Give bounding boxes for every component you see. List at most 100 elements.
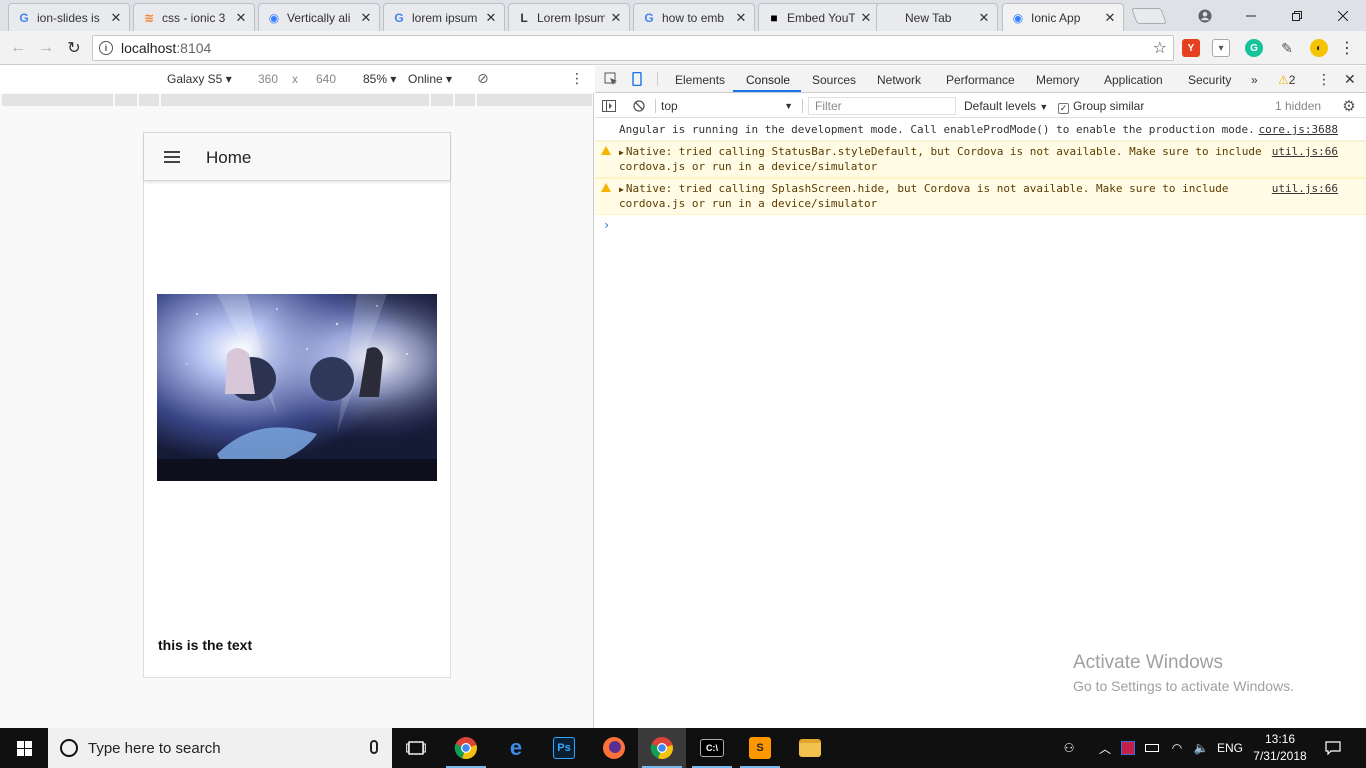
menu-kebab-icon[interactable]: ⋮ [1336,37,1358,59]
back-arrow-icon[interactable]: ← [7,37,29,59]
source-link[interactable]: util.js:66 [1272,145,1338,159]
app-tray-icon[interactable] [1118,728,1138,768]
new-tab-button[interactable] [1131,8,1167,24]
console-prompt[interactable]: › [595,215,1366,232]
reload-icon[interactable]: ↻ [63,37,85,59]
moon-extension-icon[interactable]: ◐ [1310,39,1328,57]
show-hidden-icons-chevron[interactable]: ︿ [1096,728,1114,768]
device-toggle-icon[interactable] [629,71,645,87]
profile-icon[interactable] [1182,0,1228,31]
zoom-select[interactable]: 85% ▾ [363,72,396,86]
devtools-panel: Elements Console Sources Network Performance… [595,66,1366,728]
devtools-tab-memory[interactable]: Memory [1036,73,1079,87]
file-explorer-taskbar-icon[interactable] [786,728,834,768]
close-window-button[interactable] [1320,0,1366,31]
close-devtools-icon[interactable]: ✕ [1344,71,1356,88]
windows-logo-icon [16,740,32,756]
terminal-taskbar-icon[interactable]: C:\ [688,728,736,768]
start-button[interactable] [0,728,48,768]
chrome-taskbar-icon[interactable] [442,728,490,768]
wifi-icon[interactable]: ◠ [1166,728,1188,768]
close-tab-icon[interactable]: ✕ [609,10,623,26]
close-tab-icon[interactable]: ✕ [734,10,748,26]
settings-gear-icon[interactable]: ⚙ [1341,98,1357,115]
minimize-button[interactable] [1228,0,1274,31]
rotate-icon[interactable]: ⊘ [477,70,489,87]
firefox-taskbar-icon[interactable] [590,728,638,768]
language-indicator[interactable]: ENG [1214,728,1246,768]
source-link[interactable]: util.js:66 [1272,182,1338,196]
device-menu-icon[interactable]: ⋮ [570,70,584,87]
devtools-tab-network[interactable]: Network [877,73,921,87]
devtools-tab-security[interactable]: Security [1188,73,1231,87]
hidden-count: 1 hidden [1275,99,1322,113]
warning-counter[interactable]: ⚠2 [1278,73,1295,87]
browser-tab[interactable]: Ghow to emb ✕ [633,3,755,31]
devtools-menu-icon[interactable]: ⋮ [1317,71,1331,88]
close-tab-icon[interactable]: ✕ [977,10,991,26]
volume-icon[interactable]: 🔈 [1190,728,1212,768]
eyedropper-icon[interactable]: ✎ [1278,39,1296,57]
devtools-tab-console[interactable]: Console [746,73,790,87]
address-bar[interactable]: i localhost:8104 ☆ [92,35,1174,61]
devtools-tab-elements[interactable]: Elements [675,73,725,87]
close-tab-icon[interactable]: ✕ [234,10,248,26]
taskbar-search[interactable]: Type here to search [48,728,392,768]
close-tab-icon[interactable]: ✕ [484,10,498,26]
console-filter-input[interactable]: Filter [808,97,956,115]
close-tab-icon[interactable]: ✕ [359,10,373,26]
devtools-tab-performance[interactable]: Performance [946,73,1015,87]
info-icon[interactable]: i [99,41,113,55]
expand-triangle-icon[interactable]: ▶ [619,185,624,194]
extension-icon[interactable]: Y [1182,39,1200,57]
browser-tab[interactable]: ◉ Vertically ali ✕ [258,3,380,31]
sublime-taskbar-icon[interactable]: S [736,728,784,768]
microphone-icon[interactable] [370,740,378,754]
close-tab-icon[interactable]: ✕ [1103,10,1117,26]
browser-tab[interactable]: New Tab ✕ [876,3,998,31]
bookmark-star-icon[interactable]: ☆ [1153,38,1167,58]
task-view-icon[interactable] [392,728,440,768]
browser-tab[interactable]: ■ Embed YouT ✕ [758,3,880,31]
browser-tab[interactable]: Glorem ipsum ✕ [383,3,505,31]
devtools-tab-application[interactable]: Application [1104,73,1163,87]
more-tabs-button[interactable]: » [1251,73,1258,87]
clear-console-icon[interactable] [631,98,647,114]
grammarly-icon[interactable]: G [1245,39,1263,57]
browser-tab-strip: Gion-slides is ✕ ≋ css - ionic 3 ✕ ◉ Verticall… [0,0,1366,32]
log-levels-select[interactable]: Default levels ▼ [964,99,1048,113]
device-height[interactable]: 640 [316,72,336,86]
devtools-tab-sources[interactable]: Sources [812,73,856,87]
shield-icon[interactable]: ▾ [1212,39,1230,57]
device-width[interactable]: 360 [258,72,278,86]
close-tab-icon[interactable]: ✕ [109,10,123,26]
warning-icon [601,146,611,155]
media-query-ruler[interactable] [2,94,592,106]
browser-tab[interactable]: ◉ Ionic App ✕ [1002,3,1124,32]
people-icon[interactable]: ⚇ [1058,728,1080,768]
browser-tab[interactable]: L Lorem Ipsum ✕ [508,3,630,31]
tab-title: lorem ipsum [412,10,478,25]
inspect-element-icon[interactable] [603,71,619,87]
chrome-active-taskbar-icon[interactable] [638,728,686,768]
restore-button[interactable] [1274,0,1320,31]
device-select[interactable]: Galaxy S5 ▾ [167,72,232,86]
group-similar-checkbox[interactable]: ✓ Group similar [1058,99,1144,114]
forward-arrow-icon[interactable]: → [35,37,57,59]
expand-triangle-icon[interactable]: ▶ [619,148,624,157]
clock-time: 13:16 [1264,732,1296,746]
edge-taskbar-icon[interactable]: e [492,728,540,768]
sidebar-toggle-icon[interactable] [601,98,617,114]
notifications-icon[interactable] [1320,728,1346,768]
context-select[interactable]: top ▼ [661,97,797,115]
close-tab-icon[interactable]: ✕ [859,10,873,26]
source-link[interactable]: core.js:3688 [1259,123,1338,137]
menu-icon[interactable] [164,151,180,163]
photoshop-taskbar-icon[interactable]: Ps [540,728,588,768]
network-throttle-select[interactable]: Online ▾ [408,72,452,86]
url-port: :8104 [176,40,212,56]
battery-icon[interactable] [1142,728,1162,768]
taskbar-clock[interactable]: 13:16 7/31/2018 [1248,731,1312,765]
browser-tab[interactable]: Gion-slides is ✕ [8,3,130,31]
browser-tab[interactable]: ≋ css - ionic 3 ✕ [133,3,255,31]
